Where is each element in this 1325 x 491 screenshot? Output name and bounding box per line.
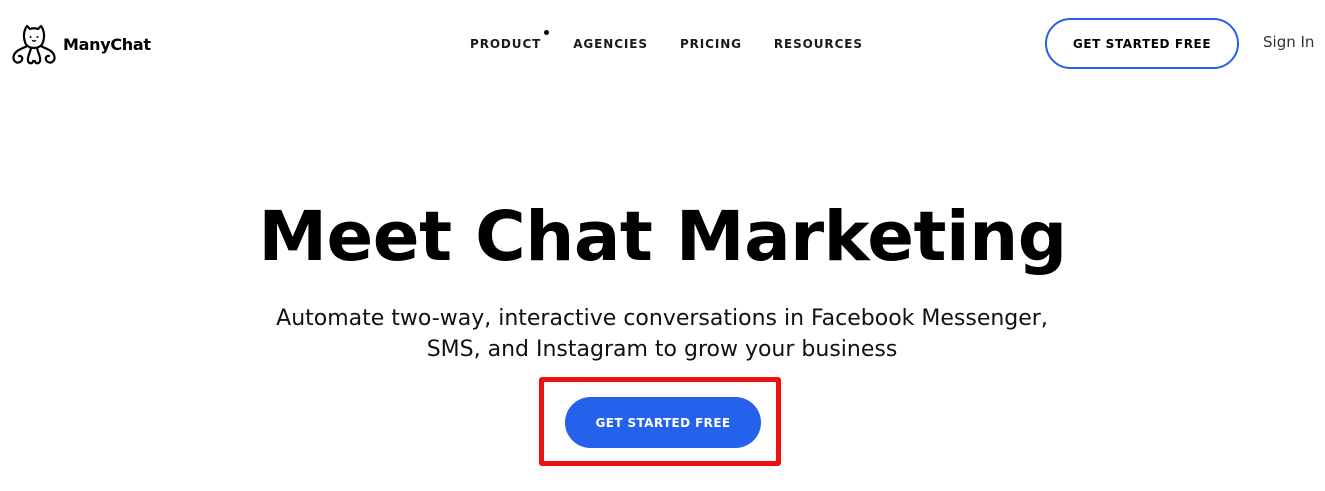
main-nav: PRODUCT AGENCIES PRICING RESOURCES	[470, 30, 895, 56]
site-header: ManyChat PRODUCT AGENCIES PRICING RESOUR…	[0, 0, 1325, 88]
nav-item-resources[interactable]: RESOURCES	[774, 37, 863, 51]
manychat-octopus-logo-icon	[12, 24, 56, 65]
nav-item-pricing[interactable]: PRICING	[680, 37, 742, 51]
nav-item-label: PRODUCT	[470, 37, 542, 51]
nav-item-product[interactable]: PRODUCT	[470, 30, 550, 51]
logo-wordmark: ManyChat	[63, 34, 151, 54]
hero-get-started-button[interactable]: GET STARTED FREE	[565, 397, 761, 448]
page: ManyChat PRODUCT AGENCIES PRICING RESOUR…	[0, 0, 1325, 491]
hero-title: Meet Chat Marketing	[258, 197, 1067, 277]
hero-subtitle: Automate two-way, interactive conversati…	[276, 306, 1048, 362]
logo-link[interactable]: ManyChat	[10, 20, 151, 68]
nav-item-agencies[interactable]: AGENCIES	[573, 37, 648, 51]
sign-in-link[interactable]: Sign In	[1263, 33, 1314, 51]
header-get-started-button[interactable]: GET STARTED FREE	[1045, 18, 1239, 69]
nav-indicator-dot	[544, 30, 550, 35]
